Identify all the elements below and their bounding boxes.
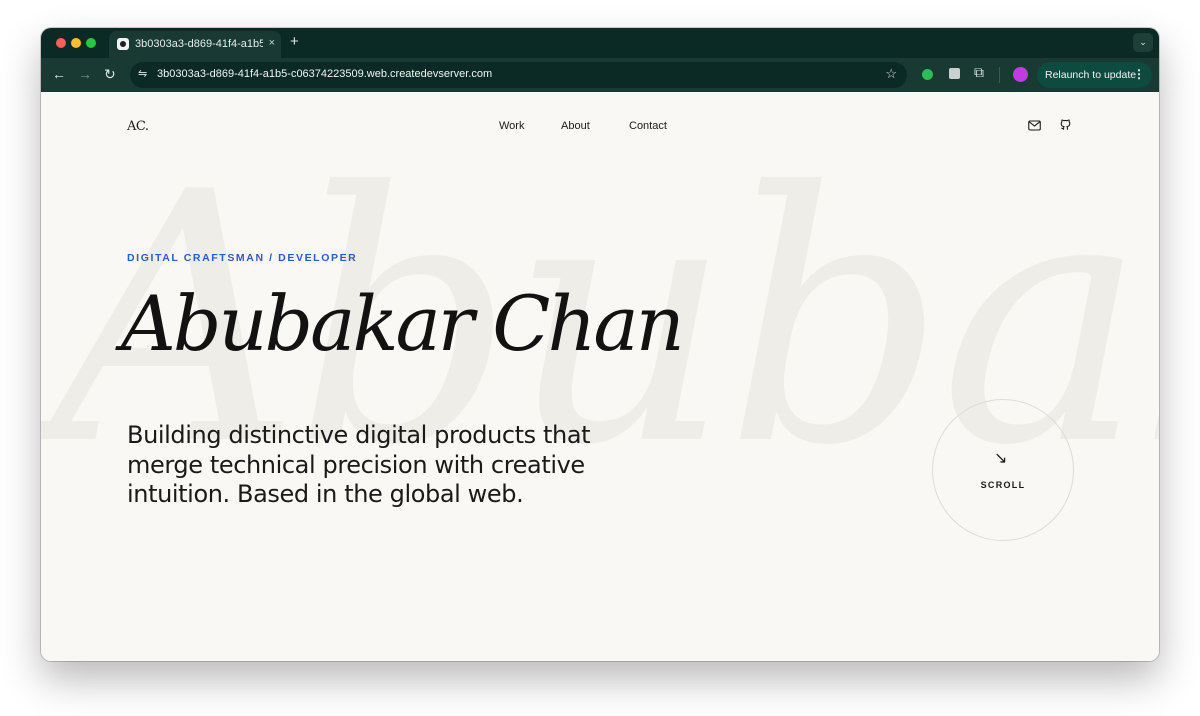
active-tab[interactable]: 3b0303a3-d869-41f4-a1b5-c06374223509.web…	[109, 31, 281, 58]
nav-about-link[interactable]: About	[561, 120, 590, 132]
maximize-window-button[interactable]	[86, 38, 96, 48]
forward-button[interactable]: →	[78, 66, 92, 82]
minimize-window-button[interactable]	[71, 38, 81, 48]
browser-toolbar: ← → ↻ ⇋ 3b0303a3-d869-41f4-a1b5-c0637422…	[41, 58, 1159, 92]
relaunch-label: Relaunch to update	[1045, 69, 1137, 81]
more-menu-icon[interactable]: ⋮	[1133, 67, 1145, 81]
nav-work-link[interactable]: Work	[499, 120, 524, 132]
scroll-label: SCROLL	[980, 480, 1026, 490]
relaunch-button[interactable]: Relaunch to update ⋮	[1037, 62, 1152, 88]
url-text[interactable]: 3b0303a3-d869-41f4-a1b5-c06374223509.web…	[157, 68, 492, 80]
hero-name-heading: Abubakar Chan	[121, 279, 685, 368]
nav-contact-link[interactable]: Contact	[629, 120, 667, 132]
profile-avatar[interactable]	[1013, 67, 1028, 82]
github-icon[interactable]	[1059, 118, 1072, 136]
site-info-icon[interactable]: ⇋	[138, 67, 147, 80]
tab-title: 3b0303a3-d869-41f4-a1b5-c06374223509.web…	[135, 38, 263, 50]
tab-close-icon[interactable]: ×	[269, 37, 275, 49]
page-content: Abubak AC. Work About Contact DIGITAL CR…	[41, 92, 1159, 661]
mail-icon[interactable]	[1028, 118, 1041, 136]
hero-tagline: Building distinctive digital products th…	[127, 421, 591, 508]
back-button[interactable]: ←	[52, 66, 66, 82]
new-tab-button[interactable]: +	[290, 34, 299, 49]
tab-search-button[interactable]: ⌄	[1133, 33, 1153, 52]
tab-strip: 3b0303a3-d869-41f4-a1b5-c06374223509.web…	[41, 28, 1159, 58]
arrow-down-right-icon: ↘	[994, 450, 1008, 467]
close-window-button[interactable]	[56, 38, 66, 48]
toolbar-divider	[999, 67, 1000, 83]
role-eyebrow: DIGITAL CRAFTSMAN / DEVELOPER	[127, 252, 358, 264]
extension-icon[interactable]	[949, 68, 960, 79]
address-bar[interactable]: ⇋ 3b0303a3-d869-41f4-a1b5-c06374223509.w…	[130, 62, 907, 88]
extensions-puzzle-icon[interactable]: ⧉	[974, 64, 984, 81]
extension-status-icon[interactable]	[922, 69, 933, 80]
reload-button[interactable]: ↻	[104, 66, 116, 82]
browser-window: 3b0303a3-d869-41f4-a1b5-c06374223509.web…	[41, 28, 1159, 661]
favicon-icon	[117, 38, 129, 50]
scroll-button[interactable]: ↘ SCROLL	[932, 399, 1074, 541]
site-logo[interactable]: AC.	[127, 119, 149, 134]
bookmark-star-icon[interactable]: ☆	[885, 66, 897, 82]
